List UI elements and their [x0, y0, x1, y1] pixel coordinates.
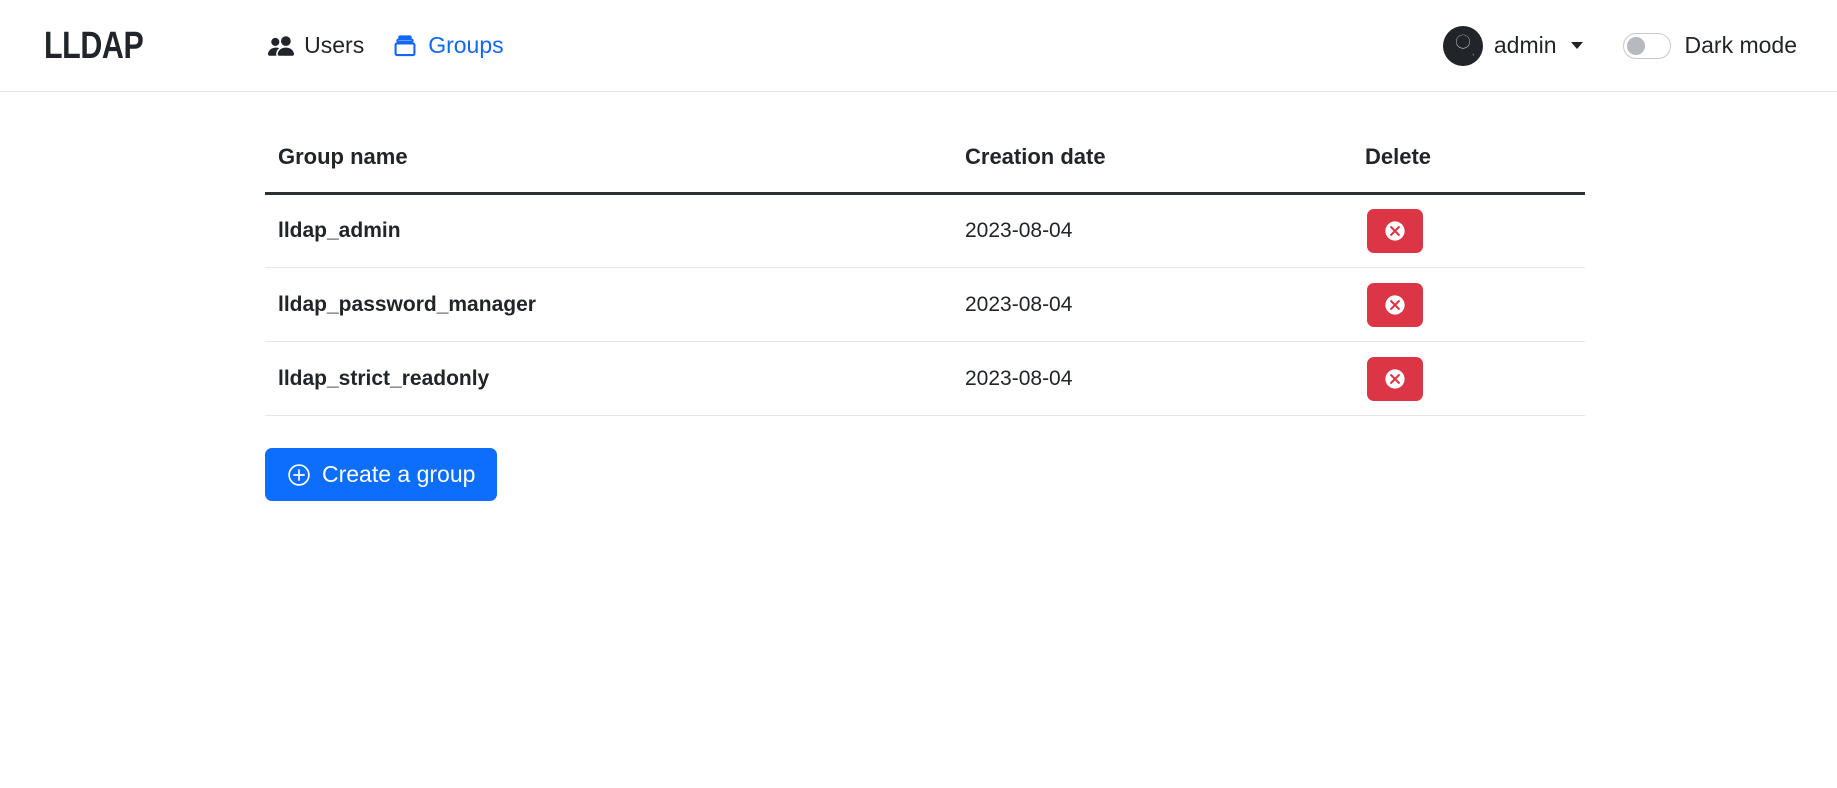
create-group-label: Create a group — [322, 461, 476, 487]
table-row[interactable]: lldap_strict_readonly 2023-08-04 — [265, 341, 1585, 416]
nav-item-groups[interactable]: Groups — [392, 32, 504, 59]
chevron-down-icon — [1570, 42, 1583, 49]
top-navbar: LLDAP Users Groups admin Dark mode — [0, 0, 1837, 92]
group-name-cell: lldap_admin — [265, 193, 965, 268]
plus-circle-icon — [287, 463, 311, 487]
column-header-delete: Delete — [1365, 144, 1585, 195]
column-header-group-name: Group name — [265, 144, 965, 195]
main-nav: Users Groups — [268, 33, 504, 59]
column-header-creation-date: Creation date — [965, 144, 1365, 195]
table-row[interactable]: lldap_password_manager 2023-08-04 — [265, 267, 1585, 342]
user-name-label: admin — [1493, 32, 1557, 58]
app-logo[interactable]: LLDAP — [44, 27, 144, 65]
dark-mode-label: Dark mode — [1684, 32, 1797, 58]
table-header-row: Group name Creation date Delete — [265, 144, 1585, 195]
dark-mode-toggle[interactable] — [1622, 32, 1671, 59]
creation-date-cell: 2023-08-04 — [965, 341, 1365, 416]
toggle-knob — [1626, 36, 1645, 55]
main-content: Group name Creation date Delete lldap_ad… — [0, 92, 1837, 501]
delete-cell — [1365, 341, 1585, 416]
delete-cell — [1365, 193, 1585, 268]
x-circle-icon — [1385, 294, 1405, 315]
table-row[interactable]: lldap_admin 2023-08-04 — [265, 193, 1585, 268]
create-group-button[interactable]: Create a group — [265, 448, 498, 501]
creation-date-cell: 2023-08-04 — [965, 267, 1365, 342]
delete-cell — [1365, 267, 1585, 342]
group-name-cell: lldap_password_manager — [265, 267, 965, 342]
groups-table: Group name Creation date Delete lldap_ad… — [265, 144, 1585, 416]
x-circle-icon — [1385, 368, 1405, 389]
delete-group-button[interactable] — [1367, 356, 1423, 401]
x-circle-icon — [1385, 221, 1405, 241]
delete-group-button[interactable] — [1367, 209, 1423, 253]
nav-item-users-label: Users — [304, 32, 365, 58]
table-header: Group name Creation date Delete — [265, 144, 1585, 195]
nav-item-users[interactable]: Users — [268, 33, 364, 59]
user-menu-dropdown[interactable]: admin — [1442, 25, 1583, 66]
groups-icon — [392, 33, 418, 59]
users-icon — [268, 33, 295, 59]
user-avatar-icon — [1442, 25, 1483, 66]
nav-item-groups-label: Groups — [428, 32, 504, 58]
dark-mode-control: Dark mode — [1622, 32, 1797, 59]
delete-group-button[interactable] — [1367, 282, 1423, 327]
groups-table-container: Group name Creation date Delete lldap_ad… — [265, 144, 1585, 501]
creation-date-cell: 2023-08-04 — [965, 193, 1365, 268]
table-body: lldap_admin 2023-08-04 lldap_password_ma… — [265, 193, 1585, 416]
navbar-right: admin Dark mode — [1442, 25, 1797, 66]
group-name-cell: lldap_strict_readonly — [265, 341, 965, 416]
